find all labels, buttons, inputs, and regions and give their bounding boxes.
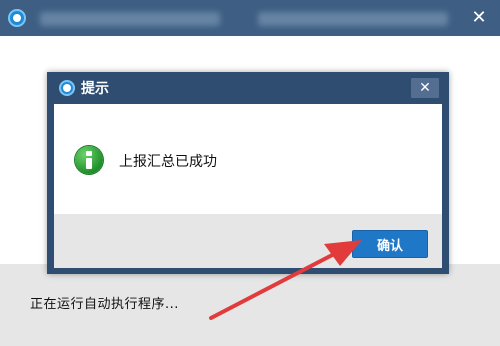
dialog-titlebar: 提示 ✕ (47, 72, 449, 104)
status-text: 正在运行自动执行程序... (30, 297, 179, 312)
dialog-content: 上报汇总已成功 确认 (54, 104, 442, 268)
message-dialog: 提示 ✕ 上报汇总已成功 确认 (47, 72, 449, 274)
message-text: 上报汇总已成功 (119, 154, 217, 170)
blurred-title-extra (258, 12, 448, 26)
outer-window-titlebar: ✕ (0, 0, 500, 36)
dialog-title: 提示 (81, 81, 109, 97)
outer-close-icon[interactable]: ✕ (468, 7, 490, 29)
dialog-close-icon[interactable]: ✕ (411, 78, 439, 98)
confirm-button[interactable]: 确认 (352, 230, 428, 258)
dialog-logo-icon (59, 80, 75, 96)
blurred-title (40, 12, 220, 26)
dialog-button-bar: 确认 (54, 214, 442, 268)
message-area: 上报汇总已成功 (54, 104, 442, 214)
info-icon (75, 146, 103, 174)
app-logo-icon (8, 9, 26, 27)
